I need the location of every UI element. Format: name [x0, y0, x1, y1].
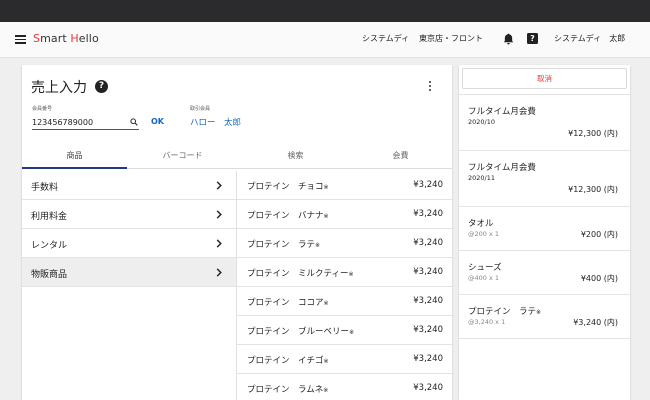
product-price: ¥3,240 [413, 209, 443, 219]
cart-item-name: タオル [468, 219, 494, 229]
category-item[interactable]: レンタル [22, 229, 236, 258]
cart-item[interactable]: タオル @200 x 1 ¥200 (内) [459, 207, 630, 251]
cart-item-price: ¥3,240 (内) [573, 318, 618, 327]
product-item[interactable]: プロテイン バナナ※ ¥3,240 [237, 200, 452, 229]
user-name-label[interactable]: システムディ 太郎 [554, 33, 625, 44]
product-price: ¥3,240 [413, 296, 443, 306]
cart-panel: 取消 フルタイム月会費 2020/10 ¥12,300 (内) フルタイム月会費… [459, 65, 630, 400]
product-name: プロテイン ミルクティー※ [247, 269, 354, 279]
product-name: プロテイン バナナ※ [247, 211, 329, 221]
product-price: ¥3,240 [413, 267, 443, 277]
cart-item-quantity: @400 x 1 [468, 274, 500, 282]
tab-membership-fee[interactable]: 会費 [348, 145, 452, 169]
cart-item[interactable]: プロテイン ラテ※ @3,240 x 1 ¥3,240 (内) [459, 295, 630, 339]
product-name: プロテイン チョコ※ [247, 182, 329, 192]
cart-item[interactable]: フルタイム月会費 2020/10 ¥12,300 (内) [459, 95, 630, 151]
product-price: ¥3,240 [413, 180, 443, 190]
cart-item-price: ¥400 (内) [580, 274, 618, 283]
product-item[interactable]: プロテイン イチゴ※ ¥3,240 [237, 345, 452, 374]
title-help-icon[interactable]: ? [95, 80, 108, 93]
chevron-right-icon [216, 181, 222, 190]
hamburger-menu-icon[interactable] [15, 35, 26, 44]
ok-button[interactable]: OK [151, 117, 164, 126]
member-number-label: 会員番号 [32, 106, 53, 112]
product-item[interactable]: プロテイン ミルクティー※ ¥3,240 [237, 258, 452, 287]
tab-bar: 商品 バーコード 検索 会費 [22, 145, 452, 169]
product-name: プロテイン ラテ※ [247, 240, 321, 250]
cart-item-name: シューズ [468, 263, 502, 273]
product-name: プロテイン イチゴ※ [247, 356, 329, 366]
cart-item-name: プロテイン ラテ※ [468, 307, 542, 317]
category-list: 手数料 利用料金 レンタル 物販商品 [22, 171, 236, 287]
chevron-right-icon [216, 268, 222, 277]
product-name: プロテイン ブルーベリー※ [247, 327, 355, 337]
category-label: 物販商品 [31, 270, 68, 280]
partner-member-name[interactable]: ハロー 太郎 [190, 116, 241, 128]
product-item[interactable]: プロテイン ラテ※ ¥3,240 [237, 229, 452, 258]
cart-item-period: 2020/10 [468, 118, 496, 126]
product-price: ¥3,240 [413, 238, 443, 248]
page-title: 売上入力 [31, 80, 87, 96]
cart-item-price: ¥12,300 (内) [568, 129, 618, 138]
product-price: ¥3,240 [413, 383, 443, 393]
sales-entry-panel: 売上入力 ? 会員番号 OK 取引会員 ハロー 太郎 商品 バーコード 検索 会… [22, 65, 452, 400]
product-price: ¥3,240 [413, 354, 443, 364]
category-label: レンタル [31, 241, 68, 251]
product-name: プロテイン ラムネ※ [247, 385, 329, 395]
app: Smart Hello システムディ 東京店・フロント ? システムディ 太郎 … [0, 22, 650, 400]
smart-hello-logo: Smart Hello [33, 32, 99, 45]
chevron-right-icon [216, 210, 222, 219]
bell-icon[interactable] [503, 33, 514, 45]
member-number-input[interactable] [32, 116, 139, 130]
product-list: プロテイン チョコ※ ¥3,240 プロテイン バナナ※ ¥3,240 プロテイ… [236, 171, 452, 400]
cart-item[interactable]: シューズ @400 x 1 ¥400 (内) [459, 251, 630, 295]
cart-item-name: フルタイム月会費 [468, 107, 536, 117]
partner-member-label: 取引会員 [190, 106, 211, 112]
product-item[interactable]: プロテイン ブルーベリー※ ¥3,240 [237, 316, 452, 345]
cancel-button[interactable]: 取消 [462, 68, 627, 89]
product-name: プロテイン ココア※ [247, 298, 329, 308]
store-user-label: システムディ [362, 34, 410, 43]
cart-item[interactable]: フルタイム月会費 2020/11 ¥12,300 (内) [459, 151, 630, 207]
cart-item-quantity: @3,240 x 1 [468, 318, 506, 326]
cart-item-quantity: @200 x 1 [468, 230, 500, 238]
product-item[interactable]: プロテイン ラムネ※ ¥3,240 [237, 374, 452, 400]
cart-item-price: ¥12,300 (内) [568, 185, 618, 194]
category-item[interactable]: 手数料 [22, 171, 236, 200]
help-icon[interactable]: ? [527, 33, 538, 44]
top-bar: Smart Hello システムディ 東京店・フロント ? システムディ 太郎 [0, 22, 650, 58]
product-item[interactable]: プロテイン ココア※ ¥3,240 [237, 287, 452, 316]
product-item[interactable]: プロテイン チョコ※ ¥3,240 [237, 171, 452, 200]
category-label: 手数料 [31, 183, 59, 193]
category-item[interactable]: 利用料金 [22, 200, 236, 229]
search-icon[interactable] [130, 118, 138, 126]
category-label: 利用料金 [31, 212, 68, 222]
tab-products[interactable]: 商品 [22, 145, 127, 169]
chevron-right-icon [216, 239, 222, 248]
more-options-icon[interactable] [427, 80, 433, 92]
cart-list: フルタイム月会費 2020/10 ¥12,300 (内) フルタイム月会費 20… [459, 94, 630, 339]
location-label[interactable]: 東京店・フロント [419, 33, 483, 44]
cart-item-period: 2020/11 [468, 174, 496, 182]
cart-item-name: フルタイム月会費 [468, 163, 536, 173]
category-item-selected[interactable]: 物販商品 [22, 258, 236, 287]
product-price: ¥3,240 [413, 325, 443, 335]
cart-item-price: ¥200 (内) [580, 230, 618, 239]
tab-search[interactable]: 検索 [243, 145, 348, 169]
tab-barcode[interactable]: バーコード [130, 145, 235, 169]
